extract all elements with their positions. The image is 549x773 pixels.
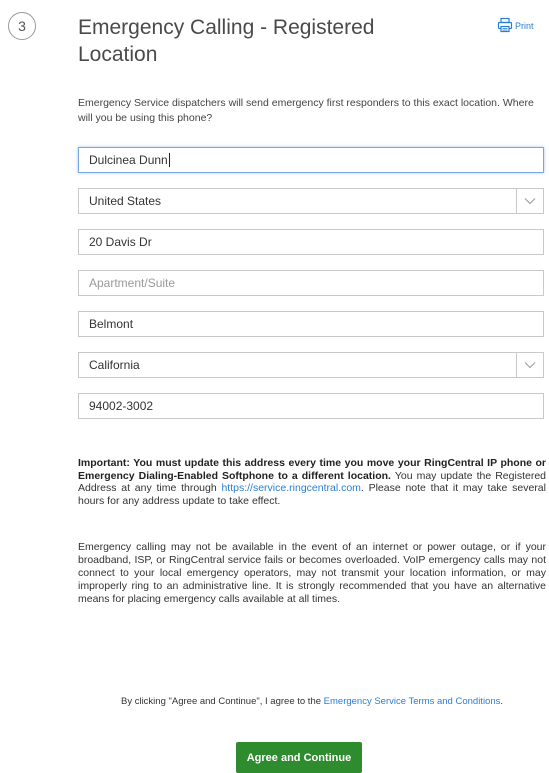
service-portal-link[interactable]: https://service.ringcentral.com bbox=[221, 482, 360, 494]
city-input[interactable]: Belmont bbox=[78, 311, 544, 337]
street-address-input[interactable]: 20 Davis Dr bbox=[78, 229, 544, 255]
apartment-suite-input[interactable]: Apartment/Suite bbox=[78, 270, 544, 296]
city-value: Belmont bbox=[89, 317, 134, 331]
street-value: 20 Davis Dr bbox=[89, 235, 152, 249]
consent-suffix: . bbox=[500, 696, 504, 707]
print-label: Print bbox=[515, 21, 534, 31]
consent-prefix: By clicking "Agree and Continue", I agre… bbox=[120, 696, 324, 707]
country-value: United States bbox=[89, 194, 162, 208]
apartment-placeholder: Apartment/Suite bbox=[89, 276, 176, 290]
printer-icon bbox=[497, 17, 513, 35]
name-input[interactable]: Dulcinea Dunn bbox=[78, 147, 544, 173]
emergency-disclaimer: Emergency calling may not be available i… bbox=[78, 541, 546, 605]
step-number-badge: 3 bbox=[8, 12, 36, 40]
consent-text: By clicking "Agree and Continue", I agre… bbox=[78, 694, 546, 709]
important-notice: Important: You must update this address … bbox=[78, 457, 546, 507]
chevron-down-icon[interactable] bbox=[516, 353, 543, 377]
state-value: California bbox=[89, 358, 140, 372]
country-select[interactable]: United States bbox=[78, 188, 544, 214]
step-number: 3 bbox=[18, 18, 26, 34]
agree-and-continue-button[interactable]: Agree and Continue bbox=[236, 742, 362, 773]
print-button[interactable]: Print bbox=[497, 17, 534, 35]
terms-link[interactable]: Emergency Service Terms and Conditions bbox=[324, 696, 501, 707]
intro-text: Emergency Service dispatchers will send … bbox=[78, 97, 534, 124]
zip-value: 94002-3002 bbox=[89, 399, 154, 413]
name-value: Dulcinea Dunn bbox=[89, 152, 168, 167]
chevron-down-icon[interactable] bbox=[516, 189, 543, 213]
text-cursor bbox=[168, 153, 170, 168]
page-title: Emergency Calling - Registered Location bbox=[78, 16, 375, 66]
state-select[interactable]: California bbox=[78, 352, 544, 378]
zip-code-input[interactable]: 94002-3002 bbox=[78, 393, 544, 419]
